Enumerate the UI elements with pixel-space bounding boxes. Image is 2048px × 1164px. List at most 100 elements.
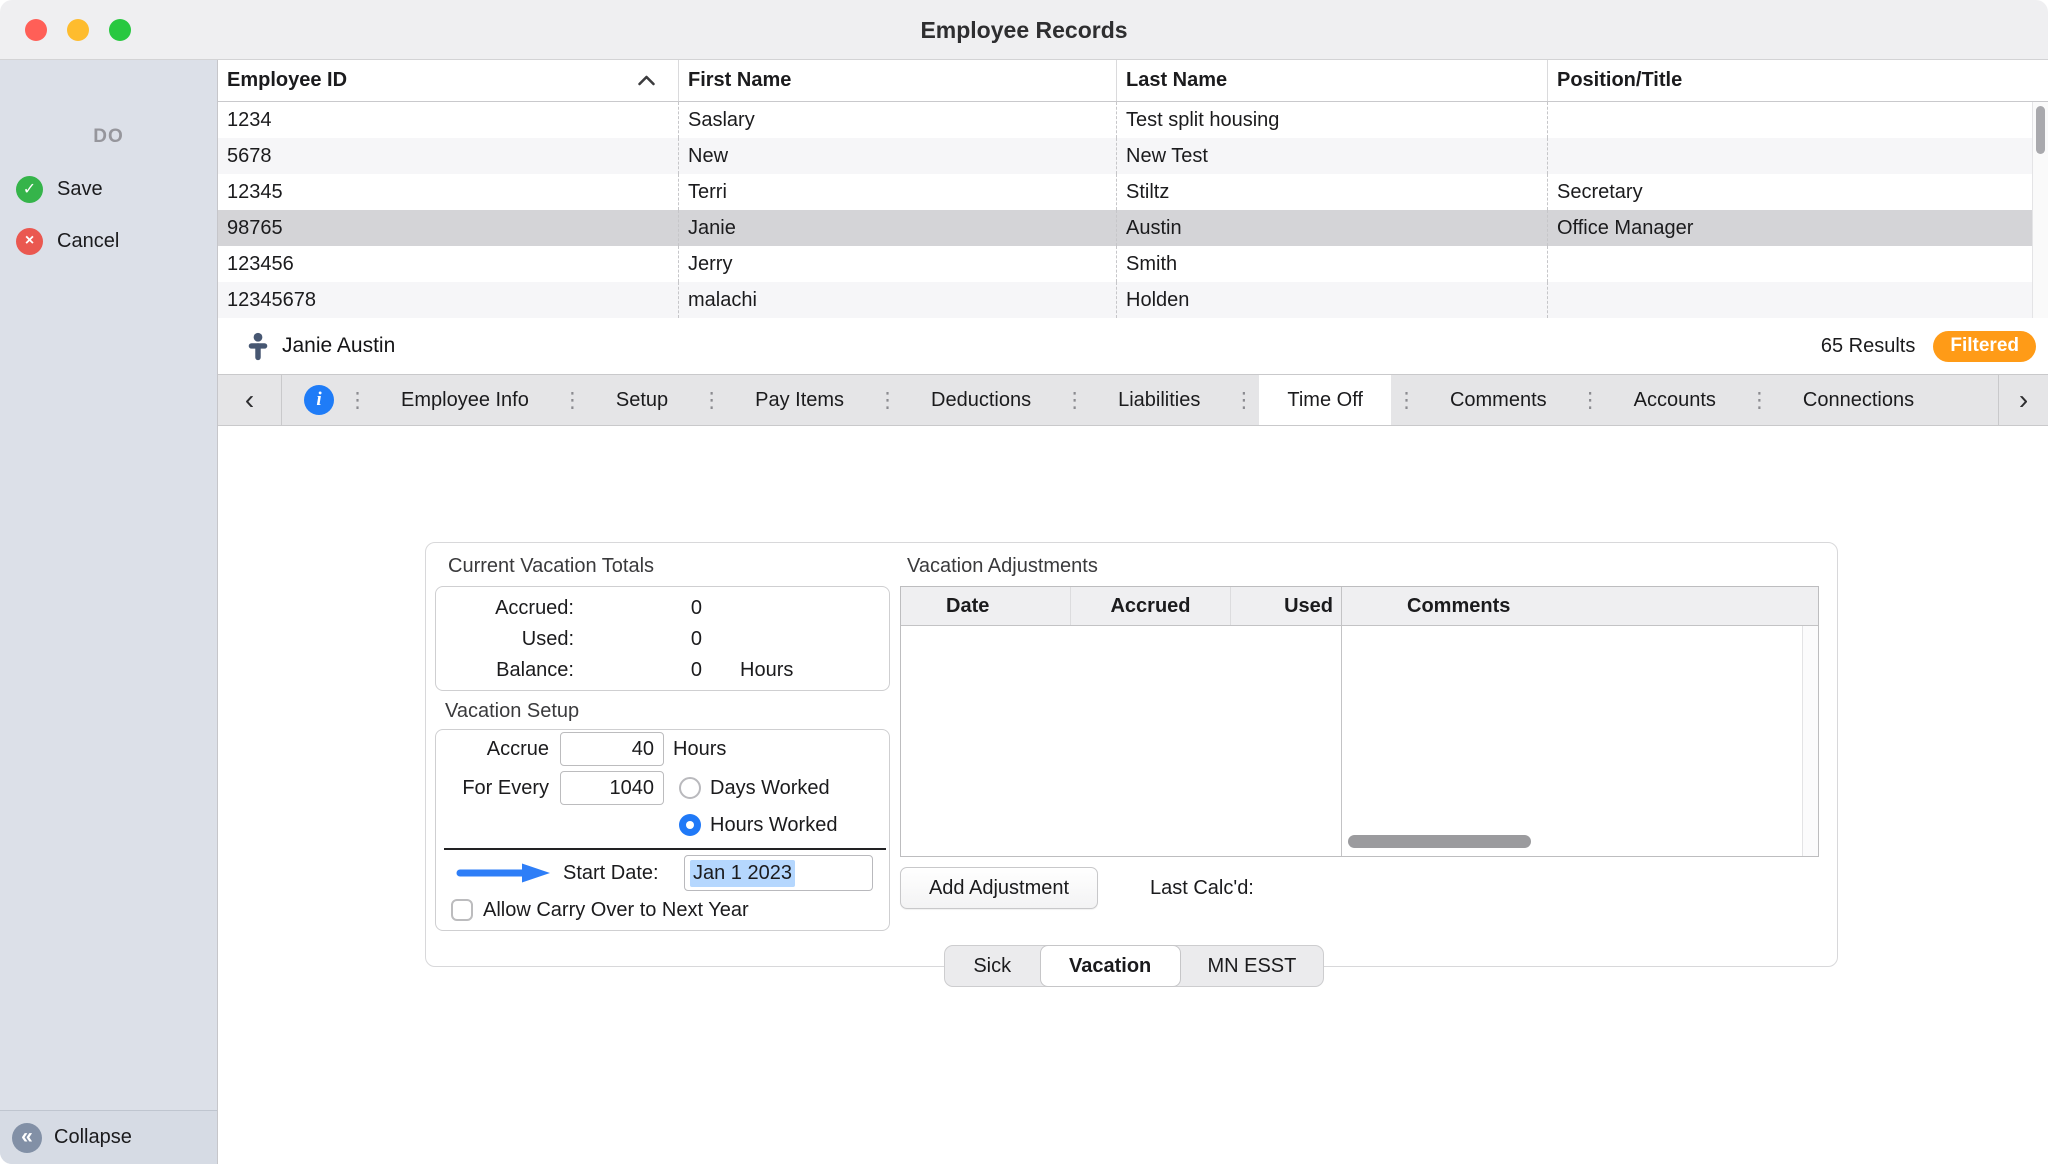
cell-first-name: New — [679, 138, 1117, 174]
employee-row[interactable]: 12345 Terri Stiltz Secretary — [218, 174, 2048, 210]
tab-sick[interactable]: Sick — [945, 946, 1040, 986]
cell-last-name: Stiltz — [1117, 174, 1548, 210]
balance-value: 0 — [574, 659, 702, 682]
cell-last-name: New Test — [1117, 138, 1548, 174]
tab-separator-icon: ⋮ — [696, 375, 727, 425]
selected-employee-name: Janie Austin — [282, 334, 395, 358]
current-vacation-totals-box: Accrued: 0 Used: 0 Balance: 0 Hours — [435, 586, 890, 691]
tab-deductions[interactable]: Deductions — [903, 375, 1059, 425]
tab-accounts[interactable]: Accounts — [1606, 375, 1744, 425]
cell-first-name: Terri — [679, 174, 1117, 210]
cell-position — [1548, 246, 2048, 282]
totals-row: Used: 0 — [436, 624, 889, 655]
tabs-scroll-right-button[interactable]: › — [1998, 375, 2048, 425]
tabs-scroll-left-button[interactable]: ‹ — [218, 375, 282, 425]
cancel-button-label: Cancel — [57, 230, 119, 253]
cell-last-name: Test split housing — [1117, 102, 1548, 138]
cell-employee-id: 12345678 — [218, 282, 679, 318]
employee-row[interactable]: 123456 Jerry Smith — [218, 246, 2048, 282]
cell-employee-id: 98765 — [218, 210, 679, 246]
comments-horizontal-scrollbar-thumb[interactable] — [1348, 835, 1531, 848]
hours-worked-radio[interactable] — [679, 814, 701, 836]
tab-separator-icon: ⋮ — [342, 375, 373, 425]
title-bar: Employee Records — [0, 0, 2048, 60]
employee-row[interactable]: 5678 New New Test — [218, 138, 2048, 174]
tab-pay-items[interactable]: Pay Items — [727, 375, 872, 425]
tab-vacation[interactable]: Vacation — [1040, 945, 1181, 987]
check-circle-icon: ✓ — [16, 176, 43, 203]
column-header-first-name[interactable]: First Name — [679, 60, 1117, 101]
tab-connections[interactable]: Connections — [1775, 375, 1942, 425]
days-worked-radio[interactable] — [679, 777, 701, 799]
tab-time-off[interactable]: Time Off — [1259, 375, 1391, 425]
person-icon — [246, 332, 270, 361]
cell-first-name: Janie — [679, 210, 1117, 246]
vacation-adjustments-table: Date Accrued Used Comments — [900, 586, 1819, 857]
comments-vertical-scrollbar[interactable] — [1802, 626, 1818, 856]
employee-row[interactable]: 98765 Janie Austin Office Manager — [218, 210, 2048, 246]
sidebar: DO ✓ Save × Cancel « Collapse — [0, 60, 218, 1164]
balance-label: Balance: — [436, 659, 574, 682]
adjustments-column-comments[interactable]: Comments — [1341, 587, 1818, 625]
tab-separator-icon: ⋮ — [1575, 375, 1606, 425]
adjustments-column-date[interactable]: Date — [901, 587, 1071, 625]
collapse-sidebar-button[interactable]: « Collapse — [0, 1110, 217, 1164]
tab-info[interactable]: i — [282, 375, 342, 425]
add-adjustment-button[interactable]: Add Adjustment — [900, 867, 1098, 909]
tab-separator-icon: ⋮ — [1744, 375, 1775, 425]
tab-separator-icon: ⋮ — [1228, 375, 1259, 425]
employee-row[interactable]: 12345678 malachi Holden — [218, 282, 2048, 318]
tab-bar-spacer — [1942, 375, 1998, 425]
totals-row: Accrued: 0 — [436, 593, 889, 624]
tab-separator-icon: ⋮ — [557, 375, 588, 425]
cell-first-name: malachi — [679, 282, 1117, 318]
save-button[interactable]: ✓ Save — [0, 169, 217, 209]
cell-position — [1548, 102, 2048, 138]
record-tab-bar: ‹ i ⋮ Employee Info ⋮ Setup ⋮ Pay Items … — [218, 374, 2048, 426]
adjustments-column-accrued[interactable]: Accrued — [1071, 587, 1231, 625]
start-date-input[interactable]: Jan 1 2023 — [684, 855, 873, 891]
save-button-label: Save — [57, 178, 103, 201]
cell-employee-id: 5678 — [218, 138, 679, 174]
employee-row[interactable]: 1234 Saslary Test split housing — [218, 102, 2048, 138]
cell-position: Office Manager — [1548, 210, 2048, 246]
adjustments-column-used[interactable]: Used — [1231, 587, 1341, 625]
cell-employee-id: 1234 — [218, 102, 679, 138]
cancel-button[interactable]: × Cancel — [0, 221, 217, 261]
totals-row: Balance: 0 Hours — [436, 655, 889, 686]
vacation-setup-title: Vacation Setup — [445, 700, 579, 723]
column-header-employee-id[interactable]: Employee ID — [218, 60, 679, 101]
table-scrollbar-thumb[interactable] — [2036, 106, 2045, 154]
days-worked-label[interactable]: Days Worked — [710, 777, 830, 799]
time-off-content: Current Vacation Totals Accrued: 0 Used:… — [218, 426, 2048, 1164]
for-every-input[interactable]: 1040 — [560, 771, 664, 805]
collapse-label: Collapse — [54, 1126, 132, 1149]
comments-column-divider — [1341, 587, 1342, 856]
column-header-position[interactable]: Position/Title — [1548, 60, 2048, 101]
carry-over-checkbox[interactable] — [451, 899, 473, 921]
last-calcd-label: Last Calc'd: — [1150, 867, 1254, 909]
table-vertical-scrollbar[interactable] — [2032, 102, 2048, 318]
column-header-last-name[interactable]: Last Name — [1117, 60, 1548, 101]
carry-over-label[interactable]: Allow Carry Over to Next Year — [483, 897, 749, 923]
tab-mn-esst[interactable]: MN ESST — [1181, 946, 1323, 986]
info-icon: i — [304, 385, 334, 415]
for-every-label: For Every — [436, 771, 549, 805]
tab-comments[interactable]: Comments — [1422, 375, 1575, 425]
accrue-hours-input[interactable]: 40 — [560, 732, 664, 766]
employee-table: Employee ID First Name Last Name Positio… — [218, 60, 2048, 319]
collapse-chevrons-icon: « — [12, 1123, 42, 1153]
filtered-badge[interactable]: Filtered — [1933, 331, 2036, 362]
cell-first-name: Saslary — [679, 102, 1117, 138]
used-value: 0 — [574, 628, 702, 651]
tab-employee-info[interactable]: Employee Info — [373, 375, 557, 425]
hours-worked-label[interactable]: Hours Worked — [710, 814, 837, 836]
time-off-category-tabs: Sick Vacation MN ESST — [944, 945, 1324, 987]
column-header-label: Employee ID — [227, 69, 347, 92]
setup-divider — [444, 848, 886, 850]
sidebar-header: DO — [0, 126, 217, 148]
employee-table-body: 1234 Saslary Test split housing 5678 New… — [218, 102, 2048, 319]
tab-liabilities[interactable]: Liabilities — [1090, 375, 1228, 425]
start-date-value: Jan 1 2023 — [690, 860, 795, 887]
tab-setup[interactable]: Setup — [588, 375, 696, 425]
